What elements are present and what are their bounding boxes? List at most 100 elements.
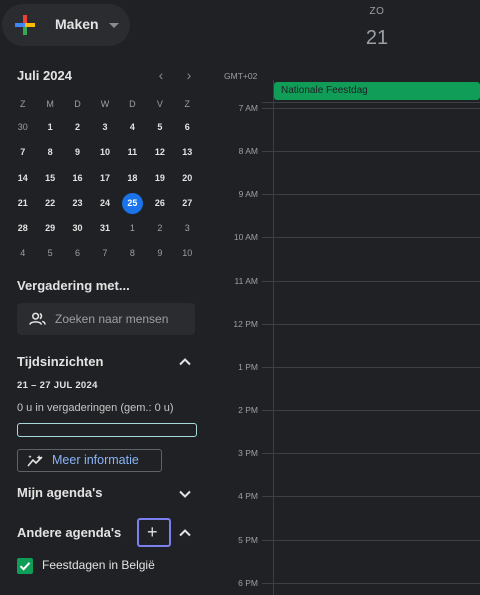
mini-calendar-day[interactable]: 13 <box>174 140 201 165</box>
insights-meeting-hours: 0 u in vergaderingen (gem.: 0 u) <box>17 402 174 414</box>
mini-calendar-day[interactable]: 10 <box>91 140 118 165</box>
sparkle-chart-icon <box>27 455 43 467</box>
hour-gridline <box>262 540 480 541</box>
calendar-item-holidays-belgium[interactable]: Feestdagen in België <box>17 557 207 575</box>
mini-calendar-day[interactable]: 26 <box>146 191 173 216</box>
mini-calendar-day[interactable]: 6 <box>64 241 91 266</box>
caret-down-icon <box>109 23 119 28</box>
hour-gridline <box>262 108 480 109</box>
mini-calendar-day[interactable]: 3 <box>91 115 118 140</box>
mini-calendar-week: 28 29 30 31 1 2 3 <box>9 216 201 241</box>
mini-calendar-day[interactable]: 22 <box>36 191 63 216</box>
plus-icon <box>15 15 35 35</box>
mini-calendar-day[interactable]: 23 <box>64 191 91 216</box>
mini-calendar-day-today[interactable]: 25 <box>119 191 146 216</box>
mini-calendar-day[interactable]: 3 <box>174 216 201 241</box>
mini-calendar-day[interactable]: 21 <box>9 191 36 216</box>
hour-gridline <box>262 583 480 584</box>
today-number: 25 <box>127 197 138 208</box>
chevron-right-icon[interactable]: › <box>181 67 197 83</box>
hour-label: 3 PM <box>238 448 258 458</box>
mini-calendar-day[interactable]: 5 <box>36 241 63 266</box>
timezone-label: GMT+02 <box>224 71 258 81</box>
mini-calendar-week: 14 15 16 17 18 19 20 <box>9 166 201 191</box>
more-info-button[interactable]: Meer informatie <box>17 449 162 472</box>
weekday-label: D <box>129 99 136 109</box>
mini-calendar-week: 7 8 9 10 11 12 13 <box>9 140 201 165</box>
mini-calendar-header: Juli 2024 ‹ › <box>17 67 207 85</box>
hour-label: 1 PM <box>238 362 258 372</box>
mini-calendar-day[interactable]: 8 <box>36 140 63 165</box>
mini-calendar-day[interactable]: 28 <box>9 216 36 241</box>
mini-calendar-day[interactable]: 9 <box>64 140 91 165</box>
weekday-label: V <box>156 99 163 109</box>
mini-calendar-day[interactable]: 24 <box>91 191 118 216</box>
mini-calendar-day[interactable]: 2 <box>64 115 91 140</box>
create-button[interactable]: Maken <box>2 4 130 46</box>
mini-calendar-day[interactable]: 2 <box>146 216 173 241</box>
add-calendar-button[interactable]: + <box>137 518 171 547</box>
chevron-left-icon[interactable]: ‹ <box>153 67 169 83</box>
mini-calendar-day[interactable]: 9 <box>146 241 173 266</box>
all-day-event[interactable]: Nationale Feestdag <box>274 82 480 100</box>
hour-gridline <box>262 453 480 454</box>
day-number[interactable]: 21 <box>274 27 480 50</box>
weekday-label: M <box>46 99 54 109</box>
meet-with-title: Vergadering met... <box>17 278 130 293</box>
mini-calendar-day[interactable]: 7 <box>9 140 36 165</box>
mini-calendar-day[interactable]: 17 <box>91 166 118 191</box>
mini-calendar-day[interactable]: 30 <box>64 216 91 241</box>
mini-calendar-day[interactable]: 11 <box>119 140 146 165</box>
mini-calendar-day[interactable]: 1 <box>36 115 63 140</box>
mini-calendar-day[interactable]: 4 <box>9 241 36 266</box>
insights-date-range: 21 – 27 JUL 2024 <box>17 380 98 391</box>
mini-calendar-day[interactable]: 7 <box>91 241 118 266</box>
hour-label: 12 PM <box>233 319 258 329</box>
hour-gridline <box>262 194 480 195</box>
mini-calendar-day[interactable]: 10 <box>174 241 201 266</box>
mini-calendar-day[interactable]: 16 <box>64 166 91 191</box>
mini-calendar-day[interactable]: 1 <box>119 216 146 241</box>
people-icon <box>29 312 46 325</box>
mini-calendar-day[interactable]: 4 <box>119 115 146 140</box>
chevron-down-icon[interactable] <box>177 486 193 502</box>
mini-calendar-day[interactable]: 27 <box>174 191 201 216</box>
mini-calendar: Z M D W D V Z 30 1 2 3 4 5 6 7 8 9 10 11… <box>9 97 201 267</box>
mini-calendar-day[interactable]: 18 <box>119 166 146 191</box>
search-people-box <box>17 303 195 335</box>
mini-calendar-day[interactable]: 19 <box>146 166 173 191</box>
mini-calendar-week: 30 1 2 3 4 5 6 <box>9 115 201 140</box>
mini-calendar-day[interactable]: 20 <box>174 166 201 191</box>
mini-calendar-day[interactable]: 30 <box>9 115 36 140</box>
hour-gridline <box>262 151 480 152</box>
search-people-input[interactable] <box>55 310 191 328</box>
plus-icon: + <box>147 522 158 542</box>
my-calendars-title[interactable]: Mijn agenda's <box>17 485 102 500</box>
mini-calendar-day[interactable]: 14 <box>9 166 36 191</box>
mini-calendar-day[interactable]: 31 <box>91 216 118 241</box>
chevron-up-icon[interactable] <box>177 354 193 370</box>
hour-label: 11 AM <box>234 276 258 286</box>
mini-calendar-day[interactable]: 29 <box>36 216 63 241</box>
chevron-up-icon[interactable] <box>177 525 193 541</box>
mini-calendar-day[interactable]: 8 <box>119 241 146 266</box>
day-header: ZO 21 <box>274 0 480 75</box>
weekday-label: Z <box>19 99 26 109</box>
other-calendars-title[interactable]: Andere agenda's <box>17 525 121 540</box>
mini-calendar-day[interactable]: 15 <box>36 166 63 191</box>
mini-calendar-day[interactable]: 6 <box>174 115 201 140</box>
hour-gridline <box>262 324 480 325</box>
calendar-checkbox[interactable] <box>17 558 33 574</box>
hour-gridline <box>262 281 480 282</box>
mini-calendar-week: 21 22 23 24 25 26 27 <box>9 191 201 216</box>
hour-gridline <box>262 367 480 368</box>
mini-calendar-month: Juli 2024 <box>17 68 72 83</box>
day-view: ZO 21 GMT+02 Nationale Feestdag 7 AM 8 A… <box>212 0 480 595</box>
mini-calendar-day[interactable]: 5 <box>146 115 173 140</box>
calendar-item-label: Feestdagen in België <box>42 558 155 572</box>
hour-label: 6 PM <box>238 578 258 588</box>
weekday-label: D <box>74 99 81 109</box>
mini-calendar-day[interactable]: 12 <box>146 140 173 165</box>
hour-gridline <box>262 410 480 411</box>
insights-progress-bar <box>17 423 197 437</box>
